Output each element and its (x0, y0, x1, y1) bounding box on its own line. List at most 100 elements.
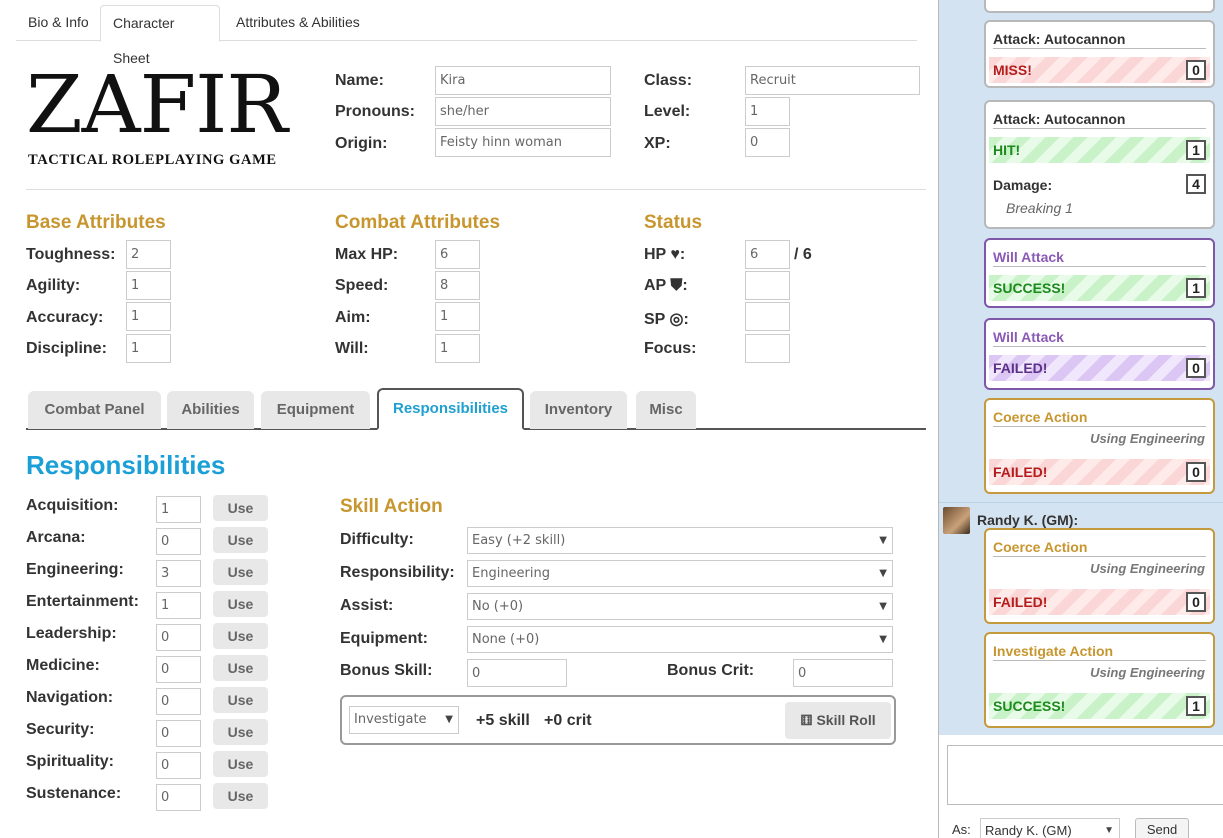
use-sustenance-button[interactable]: Use (213, 783, 268, 809)
ap-field[interactable] (745, 271, 790, 300)
hp-max-text: / 6 (794, 246, 812, 263)
origin-field[interactable]: Feisty hinn woman (435, 128, 611, 157)
tab-bio-info[interactable]: Bio & Info (16, 5, 101, 41)
message-title: Coerce Action (993, 539, 1088, 555)
engineering-field[interactable]: 3 (156, 560, 201, 587)
will-label: Will: (335, 340, 369, 357)
chevron-down-icon: ▼ (879, 634, 887, 645)
chat-message (984, 0, 1215, 13)
roll-result: SUCCESS! 1 (989, 275, 1210, 301)
bonus-skill-field[interactable]: 0 (467, 659, 567, 687)
xp-field[interactable]: 0 (745, 128, 790, 157)
use-navigation-button[interactable]: Use (213, 687, 268, 713)
skill-action-heading: Skill Action (340, 496, 443, 517)
leadership-field[interactable]: 0 (156, 624, 201, 651)
top-tabs: Bio & Info Character Sheet Attributes & … (16, 5, 917, 66)
assist-select[interactable]: No (+0) ▼ (467, 593, 893, 620)
message-title: Will Attack (993, 249, 1064, 265)
tab-character-sheet[interactable]: Character Sheet (100, 5, 220, 66)
damage-note: Breaking 1 (1006, 200, 1073, 216)
max-hp-field[interactable]: 6 (435, 240, 480, 269)
class-field[interactable]: Recruit (745, 66, 920, 95)
discipline-label: Discipline: (26, 340, 107, 357)
pronouns-field[interactable]: she/her (435, 97, 611, 126)
level-label: Level: (644, 103, 691, 120)
toughness-field[interactable]: 2 (126, 240, 171, 269)
character-sheet: Bio & Info Character Sheet Attributes & … (0, 0, 938, 838)
focus-label: Focus: (644, 340, 697, 357)
tab-abilities[interactable]: Abilities (167, 391, 254, 429)
medicine-field[interactable]: 0 (156, 656, 201, 683)
skill-roll-panel: Investigate ▼ +5 skill +0 crit ⚅ Skill Ro… (340, 695, 896, 745)
divider (939, 502, 1223, 503)
spirituality-field[interactable]: 0 (156, 752, 201, 779)
speak-as-value: Randy K. (GM) (985, 823, 1072, 838)
arcana-field[interactable]: 0 (156, 528, 201, 555)
responsibilities-title: Responsibilities (26, 450, 226, 480)
tab-misc[interactable]: Misc (636, 391, 696, 429)
tab-inventory[interactable]: Inventory (530, 391, 627, 429)
equipment-select[interactable]: None (+0) ▼ (467, 626, 893, 653)
aim-field[interactable]: 1 (435, 302, 480, 331)
use-security-button[interactable]: Use (213, 719, 268, 745)
bonus-crit-field[interactable]: 0 (793, 659, 893, 687)
message-title: Investigate Action (993, 643, 1114, 659)
chevron-down-icon: ▼ (1104, 825, 1114, 836)
aim-label: Aim: (335, 309, 371, 326)
bonus-crit-label: Bonus Crit: (667, 662, 755, 679)
roll-result: FAILED! 0 (989, 459, 1210, 485)
divider (993, 660, 1206, 661)
tab-attributes-abilities[interactable]: Attributes & Abilities (224, 5, 372, 41)
sustenance-field[interactable]: 0 (156, 784, 201, 811)
accuracy-field[interactable]: 1 (126, 302, 171, 331)
send-button[interactable]: Send (1135, 818, 1189, 838)
responsibility-label: Responsibility: (340, 564, 455, 581)
action-type-value: Investigate (354, 712, 427, 727)
assist-value: No (+0) (472, 599, 524, 614)
engineering-label: Engineering: (26, 561, 124, 578)
use-medicine-button[interactable]: Use (213, 655, 268, 681)
chat-input[interactable] (947, 745, 1223, 805)
agility-field[interactable]: 1 (126, 271, 171, 300)
sp-field[interactable] (745, 302, 790, 331)
speak-as-select[interactable]: Randy K. (GM) ▼ (980, 818, 1120, 838)
chat-message: Coerce Action Using Engineering FAILED! 0 (984, 398, 1215, 494)
tab-equipment[interactable]: Equipment (261, 391, 370, 429)
tab-responsibilities[interactable]: Responsibilities (377, 388, 524, 430)
responsibility-select[interactable]: Engineering ▼ (467, 560, 893, 587)
acquisition-field[interactable]: 1 (156, 496, 201, 523)
message-title: Attack: Autocannon (993, 31, 1126, 47)
use-entertainment-button[interactable]: Use (213, 591, 268, 617)
difficulty-label: Difficulty: (340, 531, 414, 548)
level-field[interactable]: 1 (745, 97, 790, 126)
chevron-down-icon: ▼ (445, 714, 453, 725)
hp-field[interactable]: 6 (745, 240, 790, 269)
tab-combat-panel[interactable]: Combat Panel (28, 391, 161, 429)
navigation-field[interactable]: 0 (156, 688, 201, 715)
difficulty-select[interactable]: Easy (+2 skill) ▼ (467, 527, 893, 554)
name-field[interactable]: Kira (435, 66, 611, 95)
name-label: Name: (335, 72, 384, 89)
entertainment-field[interactable]: 1 (156, 592, 201, 619)
use-arcana-button[interactable]: Use (213, 527, 268, 553)
use-leadership-button[interactable]: Use (213, 623, 268, 649)
speed-field[interactable]: 8 (435, 271, 480, 300)
use-spirituality-button[interactable]: Use (213, 751, 268, 777)
result-text: HIT! (993, 142, 1021, 158)
use-engineering-button[interactable]: Use (213, 559, 268, 585)
sp-label: SP ◎: (644, 311, 689, 328)
logo-title: ZAFIR (26, 58, 288, 151)
discipline-field[interactable]: 1 (126, 334, 171, 363)
chat-log[interactable]: Attack: Autocannon MISS! 0 Attack: Autoca… (939, 0, 1223, 735)
security-field[interactable]: 0 (156, 720, 201, 747)
message-subtitle: Using Engineering (1090, 561, 1205, 576)
base-attributes-heading: Base Attributes (26, 212, 166, 233)
result-text: SUCCESS! (993, 280, 1066, 296)
will-field[interactable]: 1 (435, 334, 480, 363)
action-type-select[interactable]: Investigate ▼ (349, 706, 459, 734)
dice-icon: ⚅ (800, 712, 813, 728)
entertainment-label: Entertainment: (26, 593, 139, 610)
skill-roll-button[interactable]: ⚅ Skill Roll (785, 702, 891, 739)
use-acquisition-button[interactable]: Use (213, 495, 268, 521)
focus-field[interactable] (745, 334, 790, 363)
